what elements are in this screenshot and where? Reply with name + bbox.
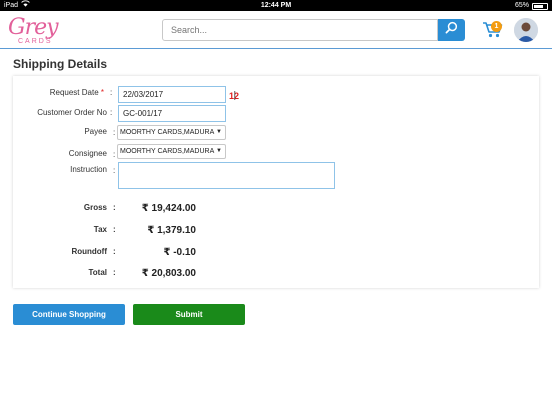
payee-label: Payee: [84, 127, 107, 136]
avatar[interactable]: [514, 18, 538, 42]
customer-order-label: Customer Order No: [37, 108, 107, 117]
consignee-value: MOORTHY CARDS,MADURA: [120, 148, 215, 155]
payee-value: MOORTHY CARDS,MADURA: [120, 129, 215, 136]
colon: :: [113, 150, 116, 159]
gross-value: ₹ 19,424.00: [141, 203, 196, 214]
search-icon: [445, 21, 458, 39]
search-input[interactable]: [163, 20, 437, 40]
customer-order-field[interactable]: GC-001/17: [118, 105, 226, 122]
tax-value: ₹ 1,379.10: [147, 225, 196, 236]
continue-shopping-button[interactable]: Continue Shopping: [13, 304, 125, 325]
payee-select[interactable]: MOORTHY CARDS,MADURA ▼: [117, 125, 226, 140]
submit-button[interactable]: Submit: [133, 304, 245, 325]
colon: :: [110, 88, 113, 97]
cart-count-badge: 1: [491, 21, 502, 32]
battery-icon: [532, 3, 548, 10]
colon: :: [110, 108, 113, 117]
status-right: 65%: [515, 0, 548, 11]
required-marker: *: [100, 88, 104, 97]
total-label: Total: [88, 268, 107, 277]
request-date-label-text: Request Date: [49, 88, 99, 97]
logo-subtext: CARDS: [18, 38, 53, 45]
battery-percent: 65%: [514, 2, 529, 9]
total-value: ₹ 20,803.00: [141, 268, 196, 279]
consignee-select[interactable]: MOORTHY CARDS,MADURA ▼: [117, 144, 226, 159]
chevron-down-icon: ▼: [216, 148, 222, 154]
chevron-down-icon: ▼: [216, 129, 222, 135]
instruction-label: Instruction: [70, 165, 107, 174]
gross-label: Gross: [83, 203, 107, 212]
request-date-label: Request Date *: [4, 88, 104, 97]
consignee-label: Consignee: [68, 149, 107, 158]
search-button[interactable]: [438, 19, 465, 41]
request-date-field[interactable]: 22/03/2017: [118, 86, 226, 103]
logo[interactable]: Grey CARDS: [8, 15, 60, 49]
colon: :: [113, 166, 116, 175]
tax-label: Tax: [93, 225, 107, 234]
instruction-field[interactable]: [118, 162, 335, 189]
search-box[interactable]: [162, 19, 438, 41]
logo-text: Grey: [8, 15, 59, 40]
page-title: Shipping Details: [13, 57, 108, 71]
roundoff-label: Roundoff: [71, 247, 107, 256]
status-time: 12:44 PM: [260, 2, 292, 9]
calendar-icon-text: 12: [229, 91, 239, 101]
calendar-icon[interactable]: 12: [229, 88, 243, 101]
colon: :: [113, 128, 116, 137]
status-bar: iPad 12:44 PM 65%: [0, 0, 552, 11]
roundoff-value: ₹ -0.10: [163, 247, 196, 258]
